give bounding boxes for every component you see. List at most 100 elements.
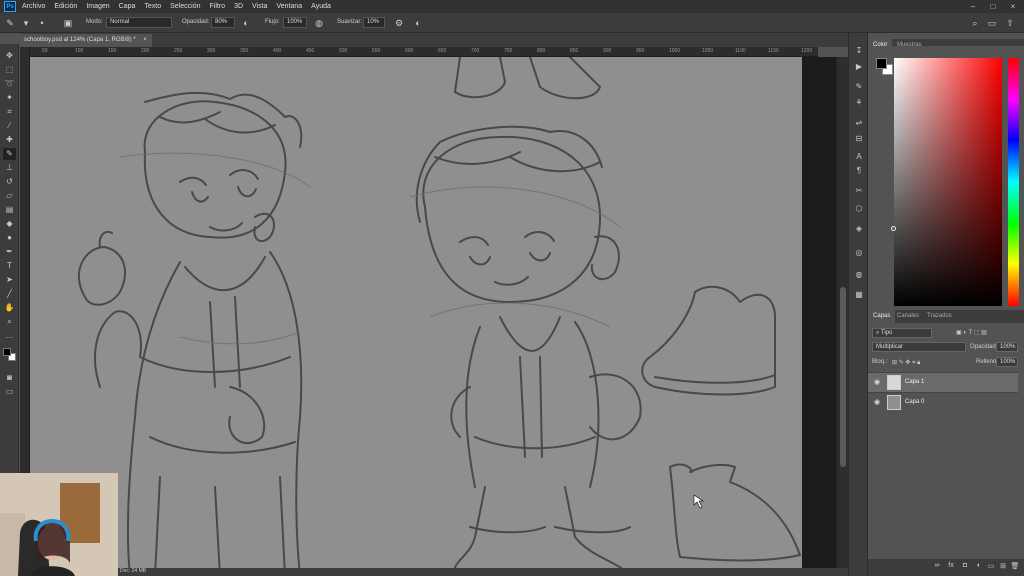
chevron-down-icon[interactable]: ▾ (20, 17, 32, 29)
share-icon[interactable]: ⇧ (1004, 17, 1016, 29)
lasso-tool-icon[interactable]: ➰ (3, 78, 16, 90)
menu-edicion[interactable]: Edición (54, 3, 77, 10)
eyedropper-tool-icon[interactable]: ⁄ (3, 120, 16, 132)
adjustment-layer-icon[interactable]: ◐ (974, 562, 984, 572)
brush-panel-icon[interactable]: ▣ (62, 17, 74, 29)
minimize-icon[interactable]: – (966, 0, 980, 13)
image-icon[interactable]: ▦ (853, 289, 865, 301)
pen-tool-icon[interactable]: ✒ (3, 246, 16, 258)
libraries-icon[interactable]: ◈ (853, 223, 865, 235)
saturation-brightness-picker[interactable] (894, 58, 1002, 306)
opacidad-input[interactable]: 80% (211, 17, 235, 28)
more-tools-icon[interactable]: … (3, 330, 16, 342)
marquee-tool-icon[interactable]: ⬚ (3, 64, 16, 76)
pressure-opacity-icon[interactable]: ◐ (240, 17, 252, 29)
menu-vista[interactable]: Vista (252, 3, 267, 10)
menu-filtro[interactable]: Filtro (210, 3, 226, 10)
3d-icon[interactable]: ⬡ (853, 203, 865, 215)
flujo-input[interactable]: 100% (283, 17, 307, 28)
character-icon[interactable]: A (853, 151, 865, 163)
dodge-tool-icon[interactable]: ● (3, 232, 16, 244)
blend-mode-select[interactable]: Multiplicar (872, 342, 966, 352)
link-layers-icon[interactable]: ∞ (932, 562, 942, 572)
pressure-size-icon[interactable]: ◐ (412, 17, 424, 29)
properties-icon[interactable]: ⊟ (853, 133, 865, 145)
brush-tool-icon[interactable]: ✎ (3, 148, 16, 160)
type-tool-icon[interactable]: T (3, 260, 16, 272)
delete-layer-icon[interactable]: 🗑︎ (1010, 562, 1020, 572)
scrollbar-thumb[interactable] (840, 287, 846, 467)
magic-wand-tool-icon[interactable]: ✦ (3, 92, 16, 104)
healing-tool-icon[interactable]: ✚ (3, 134, 16, 146)
foreground-swatch[interactable] (876, 58, 887, 69)
color-picker-marker[interactable] (891, 226, 896, 231)
paths-icon[interactable]: ◍ (853, 269, 865, 281)
drawing-canvas[interactable] (30, 57, 802, 576)
layer-name[interactable]: Capa 0 (905, 399, 924, 405)
new-layer-icon[interactable]: ⊞ (998, 562, 1008, 572)
layer-opacity-input[interactable]: 100% (996, 342, 1018, 352)
hue-slider[interactable] (1008, 58, 1019, 306)
airbrush-icon[interactable]: ◍ (313, 17, 325, 29)
stamp-tool-icon[interactable]: ⊥ (3, 162, 16, 174)
channels-icon[interactable]: ◎ (853, 247, 865, 259)
color-swatches[interactable] (3, 348, 17, 362)
add-mask-icon[interactable]: ◘ (960, 562, 970, 572)
suavizar-input[interactable]: 10% (363, 17, 385, 28)
zoom-tool-icon[interactable]: ⌕ (3, 316, 16, 328)
menu-seleccion[interactable]: Selección (170, 3, 200, 10)
brush-size-icon[interactable]: • (36, 17, 48, 29)
menu-ayuda[interactable]: Ayuda (311, 3, 331, 10)
play-actions-icon[interactable]: ▶ (853, 61, 865, 73)
close-icon[interactable]: × (1006, 0, 1020, 13)
document-tab[interactable]: schoolboy.psd al 124% (Capa 1, RGB/8) * … (20, 34, 152, 47)
menu-imagen[interactable]: Imagen (86, 3, 109, 10)
line-tool-icon[interactable]: ╱ (3, 288, 16, 300)
layer-row[interactable]: ◉ Capa 0 (868, 392, 1018, 412)
menu-ventana[interactable]: Ventana (276, 3, 302, 10)
screen-mode-icon[interactable]: ▭ (3, 386, 16, 398)
search-icon[interactable]: ⌕ (969, 17, 981, 29)
menu-3d[interactable]: 3D (234, 3, 243, 10)
filter-icons[interactable]: ▣ ◐ T ⬚ ▤ (956, 329, 987, 336)
modo-select[interactable]: Normal (106, 17, 172, 28)
history-brush-icon[interactable]: ↺ (3, 176, 16, 188)
layer-style-icon[interactable]: fx (946, 562, 956, 572)
move-tool-icon[interactable]: ✥ (3, 50, 16, 62)
lock-icons[interactable]: ⊞ ✎ ✥ ⌗ 🔒︎ (892, 359, 920, 367)
foreground-color-swatch[interactable] (3, 348, 11, 356)
eraser-tool-icon[interactable]: ▱ (3, 190, 16, 202)
eye-icon[interactable]: ◉ (874, 398, 880, 406)
tools-options-icon[interactable]: ✂ (853, 185, 865, 197)
layer-row[interactable]: ◉ Capa 1 (868, 372, 1018, 392)
fill-input[interactable]: 100% (996, 357, 1018, 367)
layer-filter-select[interactable]: ⌕ Tipo (872, 328, 932, 338)
hand-tool-icon[interactable]: ✋ (3, 302, 16, 314)
tab-trazados[interactable]: Trazados (922, 310, 957, 323)
path-select-icon[interactable]: ➤ (3, 274, 16, 286)
adjustments-icon[interactable]: ⇌ (853, 117, 865, 129)
layer-name[interactable]: Capa 1 (905, 379, 924, 385)
brush-tool-icon[interactable]: ✎ (4, 17, 16, 29)
new-group-icon[interactable]: ▭ (986, 562, 996, 572)
history-icon[interactable]: ↧ (853, 45, 865, 57)
color-swatch-pair[interactable] (876, 58, 894, 76)
gradient-tool-icon[interactable]: ▤ (3, 204, 16, 216)
maximize-icon[interactable]: □ (986, 0, 1000, 13)
menu-texto[interactable]: Texto (144, 3, 161, 10)
menu-archivo[interactable]: Archivo (22, 3, 45, 10)
blur-tool-icon[interactable]: ◆ (3, 218, 16, 230)
workspace-icon[interactable]: ▭ (986, 17, 998, 29)
brush-settings-icon[interactable]: ⚘ (853, 97, 865, 109)
close-tab-icon[interactable]: × (143, 37, 147, 43)
eye-icon[interactable]: ◉ (874, 378, 880, 386)
crop-tool-icon[interactable]: ⌗ (3, 106, 16, 118)
canvas-area[interactable] (30, 57, 848, 576)
brush-presets-icon[interactable]: ✎ (853, 81, 865, 93)
menu-capa[interactable]: Capa (119, 3, 136, 10)
paragraph-icon[interactable]: ¶ (853, 165, 865, 177)
quick-mask-icon[interactable]: ◙ (3, 372, 16, 384)
tab-canales[interactable]: Canales (892, 310, 924, 323)
vertical-scrollbar[interactable] (838, 57, 848, 576)
gear-icon[interactable]: ⚙ (393, 17, 405, 29)
